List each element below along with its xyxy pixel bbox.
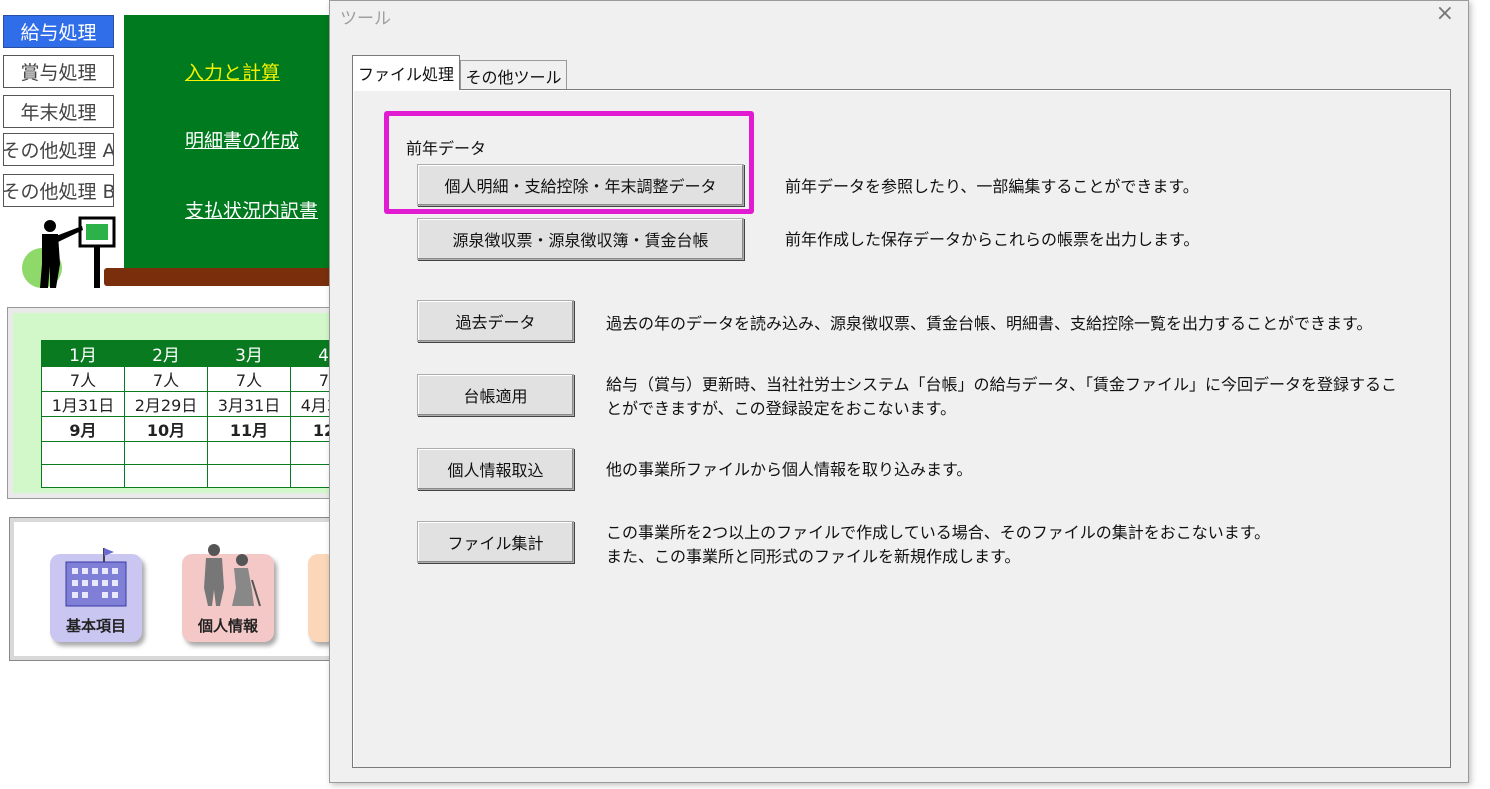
- tab-other-tools[interactable]: その他ツール: [460, 60, 567, 90]
- table-cell: 7人: [207, 366, 291, 392]
- withholding-ledger-button[interactable]: 源泉徴収票・源泉徴収簿・賃金台帳: [417, 218, 744, 260]
- personal-info-import-button[interactable]: 個人情報取込: [417, 448, 574, 490]
- personal-info-button[interactable]: 個人情報: [182, 544, 274, 642]
- calendar-table: 1月 2月 3月 4月 7人 7人 7人 7人 1月31日 2月29日 3月31…: [41, 340, 374, 488]
- table-cell: 11月: [207, 416, 291, 442]
- table-cell: 7人: [124, 366, 208, 392]
- personal-info-label: 個人情報: [197, 617, 258, 635]
- file-aggregate-desc-line1: この事業所を2つ以上のファイルで作成している場合、そのファイルの集計をおこないま…: [606, 523, 1271, 542]
- building-icon: [65, 548, 127, 607]
- sidebar-item-year-end[interactable]: 年末処理: [3, 95, 114, 128]
- sidebar-item-salary[interactable]: 給与処理: [3, 15, 114, 48]
- board-shelf: [104, 268, 334, 286]
- ledger-apply-button[interactable]: 台帳適用: [417, 374, 574, 416]
- basic-items-label: 基本項目: [65, 617, 126, 635]
- table-cell: [41, 441, 125, 465]
- board-link-statement[interactable]: 明細書の作成: [185, 126, 299, 153]
- table-cell: 2月: [124, 340, 208, 367]
- table-cell: 1月31日: [41, 391, 125, 417]
- dialog-title: ツール: [340, 9, 391, 29]
- tools-dialog: ツール × ファイル処理 その他ツール 前年データ 個人明細・支給控除・年末調整…: [329, 0, 1469, 783]
- table-cell: 7人: [41, 366, 125, 392]
- ledger-apply-desc-line1: 給与（賞与）更新時、当社社労士システム「台帳」の給与データ、「賃金ファイル」に今…: [606, 375, 1398, 394]
- table-cell: [207, 464, 291, 488]
- table-cell: [124, 464, 208, 488]
- file-aggregate-button[interactable]: ファイル集計: [417, 521, 574, 563]
- file-aggregate-desc-line2: また、この事業所と同形式のファイルを新規作成します。: [606, 547, 1021, 566]
- table-cell: [207, 441, 291, 465]
- sidebar-item-bonus[interactable]: 賞与処理: [3, 55, 114, 88]
- past-data-desc: 過去の年のデータを読み込み、源泉徴収票、賃金台帳、明細書、支給控除一覧を出力する…: [606, 314, 1373, 333]
- table-cell: [124, 441, 208, 465]
- table-row: 1月31日 2月29日 3月31日 4月30日: [41, 391, 374, 417]
- sidebar-item-other-b[interactable]: その他処理 B: [3, 174, 114, 207]
- sidebar-item-other-a[interactable]: その他処理 A: [3, 133, 114, 166]
- table-cell: 3月31日: [207, 391, 291, 417]
- board-link-input-calc[interactable]: 入力と計算: [185, 58, 280, 85]
- table-row: 1月 2月 3月 4月: [41, 340, 374, 367]
- table-row: 7人 7人 7人 7人: [41, 366, 374, 392]
- table-row: 9月 10月 11月 12月: [41, 416, 374, 442]
- past-data-button[interactable]: 過去データ: [417, 300, 574, 342]
- group-label-previous-year: 前年データ: [406, 139, 487, 158]
- table-cell: [41, 464, 125, 488]
- board-link-payment-breakdown[interactable]: 支払状況内訳書: [185, 196, 318, 223]
- close-icon[interactable]: ×: [1436, 1, 1454, 26]
- previous-year-detail-desc: 前年データを参照したり、一部編集することができます。: [785, 177, 1199, 196]
- basic-items-button[interactable]: 基本項目: [50, 548, 142, 642]
- table-cell: 1月: [41, 340, 125, 367]
- table-cell: 3月: [207, 340, 291, 367]
- people-icon: [204, 544, 261, 607]
- previous-year-detail-button[interactable]: 個人明細・支給控除・年末調整データ: [417, 164, 744, 206]
- tab-file-processing[interactable]: ファイル処理: [352, 55, 460, 90]
- personal-info-import-desc: 他の事業所ファイルから個人情報を取り込みます。: [606, 460, 973, 479]
- table-cell: 2月29日: [124, 391, 208, 417]
- table-row: [41, 441, 374, 465]
- withholding-ledger-desc: 前年作成した保存データからこれらの帳票を出力します。: [785, 230, 1200, 249]
- ledger-apply-desc-line2: とができますが、この登録設定をおこないます。: [606, 399, 957, 418]
- table-row: [41, 464, 374, 488]
- table-cell: 9月: [41, 416, 125, 442]
- table-cell: 10月: [124, 416, 208, 442]
